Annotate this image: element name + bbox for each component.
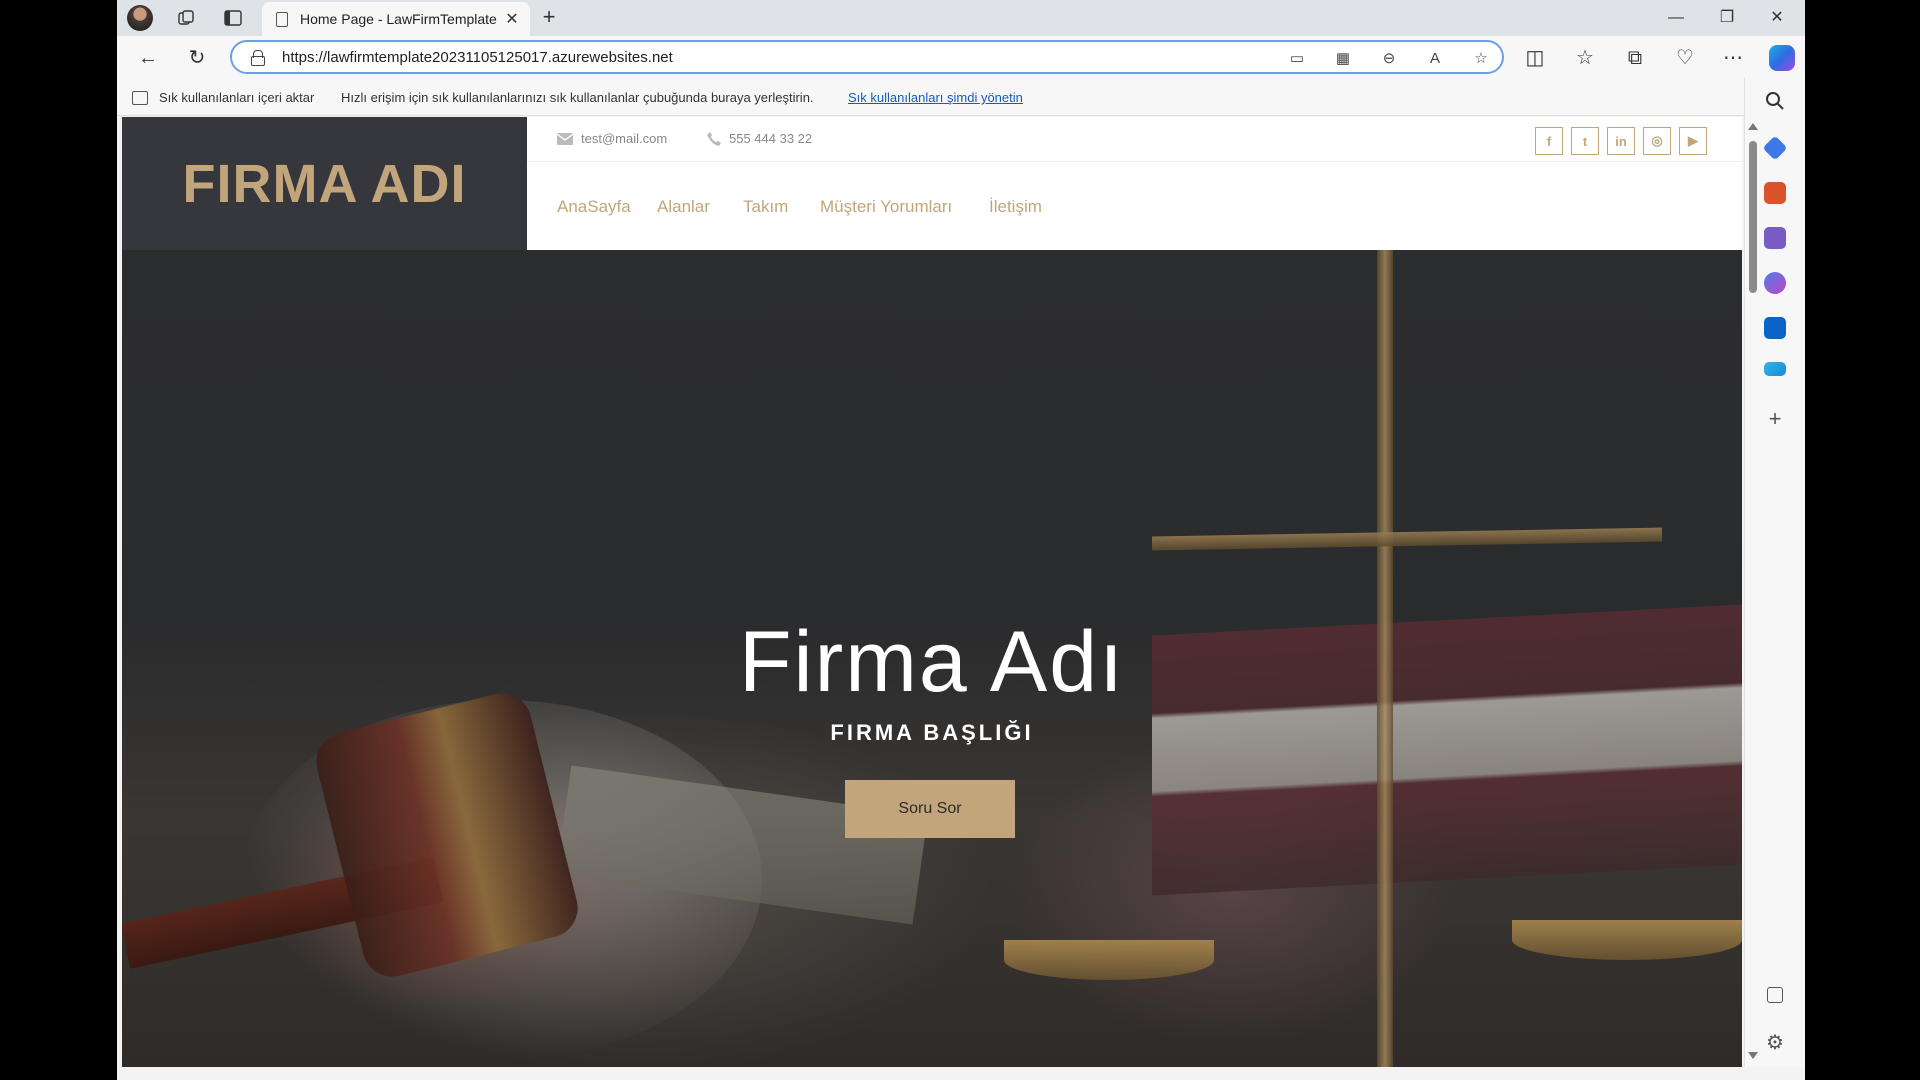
toolbox-icon[interactable] bbox=[1764, 182, 1786, 204]
site-logo-text: FIRMA ADI bbox=[182, 153, 467, 214]
scrollbar-thumb[interactable] bbox=[1749, 141, 1757, 293]
settings-gear-icon[interactable]: ⚙ bbox=[1764, 1032, 1786, 1054]
manage-favorites-link[interactable]: Sık kullanılanları şimdi yönetin bbox=[848, 90, 1023, 105]
read-aloud-icon[interactable]: A bbox=[1424, 49, 1446, 69]
outlook-icon[interactable] bbox=[1764, 317, 1786, 339]
tab-active[interactable]: Home Page - LawFirmTemplate ✕ bbox=[262, 2, 530, 36]
contact-phone-text: 555 444 33 22 bbox=[729, 131, 813, 146]
nav-item-anasayfa[interactable]: AnaSayfa bbox=[557, 197, 631, 217]
browser-window: Home Page - LawFirmTemplate ✕ + — ❐ ✕ ← … bbox=[117, 0, 1805, 1080]
qr-code-icon[interactable]: ▦ bbox=[1332, 49, 1354, 69]
back-button[interactable]: ← bbox=[135, 45, 161, 71]
hero-title: Firma Adı bbox=[739, 614, 1125, 710]
nav-item-alanlar[interactable]: Alanlar bbox=[657, 197, 710, 217]
nav-item-takim[interactable]: Takım bbox=[743, 197, 788, 217]
copilot-icon[interactable] bbox=[1769, 45, 1795, 71]
app-available-icon[interactable]: ▭ bbox=[1286, 49, 1308, 69]
zoom-out-icon[interactable]: ⊖ bbox=[1378, 49, 1400, 69]
tab-bar: Home Page - LawFirmTemplate ✕ + — ❐ ✕ bbox=[117, 0, 1805, 36]
restore-button[interactable]: ❐ bbox=[1705, 4, 1749, 32]
hero-content: Firma Adı FIRMA BAŞLIĞI Soru Sor bbox=[122, 250, 1742, 1067]
nav-item-musteri-yorumlari[interactable]: Müşteri Yorumları bbox=[820, 197, 952, 217]
favorites-bar-message: Hızlı erişim için sık kullanılanlarınızı… bbox=[341, 90, 814, 105]
scroll-down-arrow-icon[interactable] bbox=[1748, 1052, 1758, 1059]
contact-email[interactable]: test@mail.com bbox=[557, 131, 667, 146]
hero-subtitle: FIRMA BAŞLIĞI bbox=[830, 720, 1034, 745]
workspaces-icon[interactable] bbox=[174, 6, 198, 30]
ask-question-button[interactable]: Soru Sor bbox=[845, 780, 1015, 838]
minimize-button[interactable]: — bbox=[1654, 4, 1698, 32]
nav-item-iletisim[interactable]: İletişim bbox=[989, 197, 1042, 217]
linkedin-icon[interactable]: in bbox=[1607, 127, 1635, 155]
close-window-button[interactable]: ✕ bbox=[1755, 4, 1799, 32]
browser-essentials-icon[interactable]: ♡ bbox=[1672, 45, 1698, 71]
favorites-icon[interactable]: ☆ bbox=[1572, 45, 1598, 71]
hero-section: Firma Adı FIRMA BAŞLIĞI Soru Sor bbox=[122, 250, 1742, 1067]
address-bar[interactable]: https://lawfirmtemplate20231105125017.az… bbox=[230, 40, 1504, 74]
split-screen-icon[interactable]: ◫ bbox=[1522, 45, 1548, 71]
microsoft-365-icon[interactable] bbox=[1764, 272, 1786, 294]
page-viewport: FIRMA ADI test@mail.com 555 444 33 22 f … bbox=[122, 117, 1742, 1067]
import-favorites-label: Sık kullanılanları içeri aktar bbox=[159, 90, 315, 105]
mail-icon bbox=[557, 132, 573, 145]
refresh-button[interactable]: ↻ bbox=[184, 45, 210, 71]
favorites-bar: Sık kullanılanları içeri aktar Hızlı eri… bbox=[117, 78, 1805, 116]
site-logo[interactable]: FIRMA ADI bbox=[122, 117, 527, 250]
instagram-icon[interactable]: ◎ bbox=[1643, 127, 1671, 155]
page-icon bbox=[276, 11, 288, 27]
scroll-up-arrow-icon[interactable] bbox=[1748, 123, 1758, 130]
search-icon[interactable] bbox=[1764, 90, 1786, 112]
tab-actions-icon[interactable] bbox=[221, 6, 245, 30]
main-navigation: AnaSayfa Alanlar Takım Müşteri Yorumları… bbox=[527, 163, 1742, 250]
lock-icon[interactable] bbox=[251, 50, 265, 66]
new-tab-button[interactable]: + bbox=[537, 6, 561, 30]
import-icon bbox=[132, 90, 148, 105]
games-icon[interactable] bbox=[1764, 227, 1786, 249]
hide-sidebar-icon[interactable] bbox=[1767, 987, 1783, 1003]
phone-icon bbox=[707, 131, 721, 146]
twitter-icon[interactable]: t bbox=[1571, 127, 1599, 155]
page-scrollbar[interactable] bbox=[1746, 117, 1760, 1067]
facebook-icon[interactable]: f bbox=[1535, 127, 1563, 155]
address-toolbar: ← ↻ https://lawfirmtemplate2023110512501… bbox=[117, 36, 1805, 78]
contact-email-text: test@mail.com bbox=[581, 131, 668, 146]
profile-avatar[interactable] bbox=[127, 5, 153, 31]
collections-icon[interactable]: ⧉ bbox=[1622, 45, 1648, 71]
more-options-icon[interactable]: ⋯ bbox=[1720, 45, 1746, 71]
close-tab-icon[interactable]: ✕ bbox=[500, 9, 524, 29]
drop-icon[interactable] bbox=[1764, 362, 1786, 376]
window-bottom-edge bbox=[117, 1067, 1805, 1080]
shopping-tag-icon[interactable] bbox=[1762, 135, 1788, 161]
address-url: https://lawfirmtemplate20231105125017.az… bbox=[282, 49, 673, 66]
youtube-icon[interactable]: ▶ bbox=[1679, 127, 1707, 155]
contact-bar: test@mail.com 555 444 33 22 f t in ◎ ▶ bbox=[527, 117, 1742, 162]
favorite-star-icon[interactable]: ☆ bbox=[1470, 49, 1492, 69]
import-favorites-button[interactable]: Sık kullanılanları içeri aktar bbox=[132, 90, 314, 105]
contact-phone[interactable]: 555 444 33 22 bbox=[707, 131, 812, 146]
add-sidebar-app-icon[interactable]: + bbox=[1764, 408, 1786, 431]
tab-title: Home Page - LawFirmTemplate bbox=[300, 11, 497, 27]
